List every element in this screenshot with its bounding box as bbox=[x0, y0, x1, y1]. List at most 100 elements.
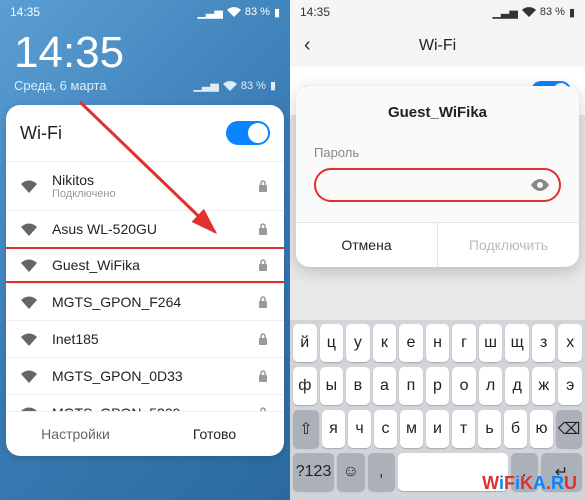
wifi-icon bbox=[20, 179, 38, 193]
back-button[interactable]: ‹ bbox=[304, 34, 311, 57]
status-time: 14:35 bbox=[300, 5, 330, 19]
wifi-icon bbox=[522, 7, 536, 17]
key-у[interactable]: у bbox=[346, 324, 370, 362]
page-title: Wi-Fi bbox=[419, 37, 456, 55]
wifi-icon bbox=[20, 406, 38, 411]
lock-status-right: ▁▃▅ 83 % ▮ bbox=[193, 79, 276, 92]
wifi-icon bbox=[20, 369, 38, 383]
network-name: MGTS_GPON_0D33 bbox=[52, 368, 258, 384]
network-status: Подключено bbox=[52, 188, 258, 200]
key-ы[interactable]: ы bbox=[320, 367, 344, 405]
status-icons: ▁▃▅ 83 % ▮ bbox=[492, 6, 575, 19]
key-в[interactable]: в bbox=[346, 367, 370, 405]
key-л[interactable]: л bbox=[479, 367, 503, 405]
password-dialog: Guest_WiFika Пароль Отмена Подключить bbox=[296, 86, 579, 267]
network-name: MGTS_GPON_5209 bbox=[52, 405, 258, 411]
network-item[interactable]: MGTS_GPON_F264 bbox=[6, 283, 284, 320]
cancel-button[interactable]: Отмена bbox=[296, 223, 438, 267]
wifi-icon bbox=[20, 295, 38, 309]
signal-icon: ▁▃▅ bbox=[492, 6, 517, 19]
key-п[interactable]: п bbox=[399, 367, 423, 405]
lock-icon bbox=[258, 407, 270, 411]
key-⇧[interactable]: ⇧ bbox=[293, 410, 319, 448]
network-item[interactable]: MGTS_GPON_0D33 bbox=[6, 357, 284, 394]
key-ж[interactable]: ж bbox=[532, 367, 556, 405]
key-я[interactable]: я bbox=[322, 410, 345, 448]
key-ь[interactable]: ь bbox=[478, 410, 501, 448]
key-щ[interactable]: щ bbox=[505, 324, 529, 362]
network-item[interactable]: MGTS_GPON_5209 bbox=[6, 394, 284, 411]
wifi-icon bbox=[20, 332, 38, 346]
key-,[interactable]: , bbox=[368, 453, 395, 491]
key-☺[interactable]: ☺ bbox=[337, 453, 364, 491]
wifi-card-header: Wi-Fi bbox=[6, 105, 284, 161]
battery-text: 83 % bbox=[241, 80, 266, 92]
key-ш[interactable]: ш bbox=[479, 324, 503, 362]
eye-icon[interactable] bbox=[531, 179, 549, 191]
connect-button[interactable]: Подключить bbox=[438, 223, 579, 267]
lock-icon bbox=[258, 259, 270, 271]
right-phone: 14:35 ▁▃▅ 83 % ▮ ‹ Wi-Fi Включить Wi-Fi … bbox=[290, 0, 585, 500]
key-р[interactable]: р bbox=[426, 367, 450, 405]
key-з[interactable]: з bbox=[532, 324, 556, 362]
settings-button[interactable]: Настройки bbox=[6, 412, 145, 456]
key-с[interactable]: с bbox=[374, 410, 397, 448]
key-и[interactable]: и bbox=[426, 410, 449, 448]
key-х[interactable]: х bbox=[558, 324, 582, 362]
key-е[interactable]: е bbox=[399, 324, 423, 362]
password-label: Пароль bbox=[314, 145, 561, 160]
battery-text: 83 % bbox=[245, 6, 270, 18]
lock-clock: 14:35 bbox=[0, 24, 290, 78]
lock-icon bbox=[258, 180, 270, 192]
key-о[interactable]: о bbox=[452, 367, 476, 405]
key-д[interactable]: д bbox=[505, 367, 529, 405]
network-name: Guest_WiFika bbox=[52, 257, 258, 273]
settings-header: ‹ Wi-Fi bbox=[290, 24, 585, 67]
network-name: MGTS_GPON_F264 bbox=[52, 294, 258, 310]
lock-icon bbox=[258, 296, 270, 308]
dialog-title: Guest_WiFika bbox=[296, 86, 579, 131]
lock-icon bbox=[258, 370, 270, 382]
battery-icon: ▮ bbox=[274, 6, 280, 19]
key-б[interactable]: б bbox=[504, 410, 527, 448]
key-н[interactable]: н bbox=[426, 324, 450, 362]
key-й[interactable]: й bbox=[293, 324, 317, 362]
key-к[interactable]: к bbox=[373, 324, 397, 362]
status-bar: 14:35 ▁▃▅ 83 % ▮ bbox=[0, 0, 290, 24]
key-м[interactable]: м bbox=[400, 410, 423, 448]
network-item[interactable]: Asus WL-520GU bbox=[6, 210, 284, 247]
battery-icon: ▮ bbox=[569, 6, 575, 19]
dialog-buttons: Отмена Подключить bbox=[296, 222, 579, 267]
lock-date: Среда, 6 марта bbox=[14, 78, 107, 93]
wifi-icon bbox=[20, 222, 38, 236]
key-ю[interactable]: ю bbox=[530, 410, 553, 448]
wifi-icon bbox=[20, 258, 38, 272]
password-input[interactable] bbox=[314, 168, 561, 202]
signal-icon: ▁▃▅ bbox=[197, 6, 222, 19]
card-footer: Настройки Готово bbox=[6, 411, 284, 456]
key-э[interactable]: э bbox=[558, 367, 582, 405]
key-т[interactable]: т bbox=[452, 410, 475, 448]
network-list[interactable]: NikitosПодключено Asus WL-520GU Guest_WiFi… bbox=[6, 161, 284, 411]
wifi-icon bbox=[223, 81, 237, 91]
left-phone: 14:35 ▁▃▅ 83 % ▮ 14:35 Среда, 6 марта ▁▃… bbox=[0, 0, 290, 500]
watermark: WiFiKA.RU bbox=[482, 473, 577, 494]
status-bar: 14:35 ▁▃▅ 83 % ▮ bbox=[290, 0, 585, 24]
lock-icon bbox=[258, 333, 270, 345]
key-а[interactable]: а bbox=[373, 367, 397, 405]
done-button[interactable]: Готово bbox=[145, 412, 284, 456]
key-ф[interactable]: ф bbox=[293, 367, 317, 405]
network-item[interactable]: Inet185 bbox=[6, 320, 284, 357]
key-ч[interactable]: ч bbox=[348, 410, 371, 448]
key-г[interactable]: г bbox=[452, 324, 476, 362]
network-name: Asus WL-520GU bbox=[52, 221, 258, 237]
key-ц[interactable]: ц bbox=[320, 324, 344, 362]
wifi-toggle[interactable] bbox=[226, 121, 270, 145]
network-item[interactable]: NikitosПодключено bbox=[6, 161, 284, 210]
network-item[interactable]: Guest_WiFika bbox=[6, 247, 284, 283]
lock-date-row: Среда, 6 марта ▁▃▅ 83 % ▮ bbox=[0, 78, 290, 99]
key-⌫[interactable]: ⌫ bbox=[556, 410, 582, 448]
battery-text: 83 % bbox=[540, 6, 565, 18]
key-?123[interactable]: ?123 bbox=[293, 453, 334, 491]
wifi-card-title: Wi-Fi bbox=[20, 123, 62, 144]
